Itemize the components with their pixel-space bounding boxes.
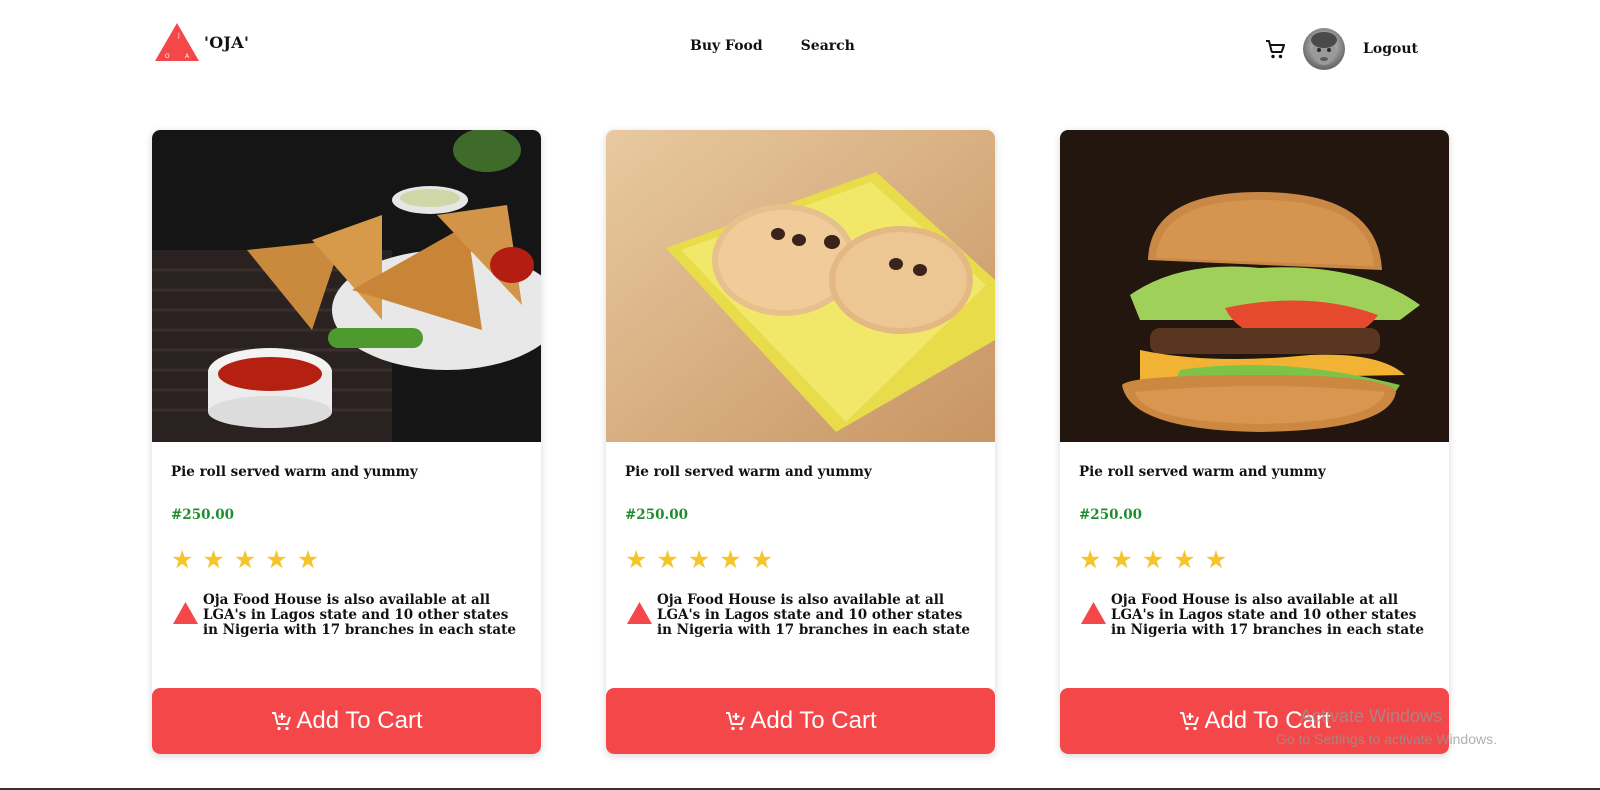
availability-text: Oja Food House is also available at all … (657, 592, 970, 638)
product-image (152, 130, 541, 442)
product-image (1060, 130, 1449, 442)
brand[interactable]: J O A 'OJA' (154, 22, 249, 62)
star-icon: ★ (1173, 545, 1196, 574)
star-icon: ★ (625, 545, 648, 574)
top-navbar: J O A 'OJA' Buy Food Search Logout (0, 0, 1600, 96)
availability-info: Oja Food House is also available at all … (172, 593, 522, 638)
product-title: Pie roll served warm and yummy (1079, 464, 1326, 480)
oja-logo-icon: J O A (155, 23, 199, 61)
star-icon: ★ (233, 545, 257, 574)
product-price: #250.00 (625, 507, 688, 523)
product-title: Pie roll served warm and yummy (171, 464, 418, 480)
availability-info: Oja Food House is also available at all … (626, 593, 976, 638)
nav-actions: Logout (1263, 28, 1418, 70)
svg-text:J: J (177, 32, 180, 39)
nav-link-buy-food[interactable]: Buy Food (690, 38, 763, 54)
nav-link-search[interactable]: Search (801, 38, 855, 54)
star-icon: ★ (656, 545, 679, 574)
add-to-cart-icon (272, 712, 292, 731)
add-to-cart-label: Add To Cart (750, 707, 877, 734)
add-to-cart-button[interactable]: Add To Cart (606, 688, 995, 754)
product-card: Pie roll served warm and yummy #250.00 ★… (1060, 130, 1449, 754)
add-to-cart-label: Add To Cart (296, 707, 423, 734)
star-icon: ★ (265, 545, 288, 574)
rating-stars: ★ ★ ★ ★ ★ (625, 547, 773, 572)
star-icon: ★ (171, 545, 194, 574)
activate-windows-watermark: Activate Windows Go to Settings to activ… (1276, 706, 1497, 747)
oja-logo-icon (1081, 602, 1106, 624)
availability-info: Oja Food House is also available at all … (1080, 593, 1430, 638)
oja-logo-icon (173, 602, 198, 624)
product-card: Pie roll served warm and yummy #250.00 ★… (152, 130, 541, 754)
oja-logo-icon (627, 602, 652, 624)
brand-name: 'OJA' (204, 32, 250, 52)
star-icon: ★ (1079, 545, 1102, 574)
avatar-face-icon (1311, 32, 1338, 65)
product-grid: Pie roll served warm and yummy #250.00 ★… (152, 130, 1449, 754)
rating-stars: ★ ★ ★ ★ ★ (1079, 547, 1227, 572)
product-image (606, 130, 995, 442)
star-icon: ★ (1204, 545, 1228, 574)
star-icon: ★ (1141, 545, 1165, 574)
star-icon: ★ (687, 545, 711, 574)
star-icon: ★ (719, 545, 742, 574)
add-to-cart-icon (726, 712, 746, 731)
availability-text: Oja Food House is also available at all … (203, 592, 516, 638)
product-price: #250.00 (171, 507, 234, 523)
watermark-title: Activate Windows (1300, 706, 1443, 726)
rating-stars: ★ ★ ★ ★ ★ (171, 547, 319, 572)
watermark-subtitle: Go to Settings to activate Windows. (1276, 731, 1497, 747)
add-to-cart-icon (1180, 712, 1200, 731)
product-title: Pie roll served warm and yummy (625, 464, 872, 480)
svg-text:O: O (165, 53, 170, 60)
user-avatar[interactable] (1303, 28, 1346, 70)
star-icon: ★ (1110, 545, 1133, 574)
cart-icon[interactable] (1263, 37, 1287, 61)
star-icon: ★ (750, 545, 774, 574)
star-icon: ★ (296, 545, 320, 574)
star-icon: ★ (202, 545, 225, 574)
product-price: #250.00 (1079, 507, 1142, 523)
add-to-cart-button[interactable]: Add To Cart (152, 688, 541, 754)
availability-text: Oja Food House is also available at all … (1111, 592, 1424, 638)
product-card: Pie roll served warm and yummy #250.00 ★… (606, 130, 995, 754)
logout-link[interactable]: Logout (1363, 41, 1418, 57)
main-nav: Buy Food Search (690, 38, 855, 54)
